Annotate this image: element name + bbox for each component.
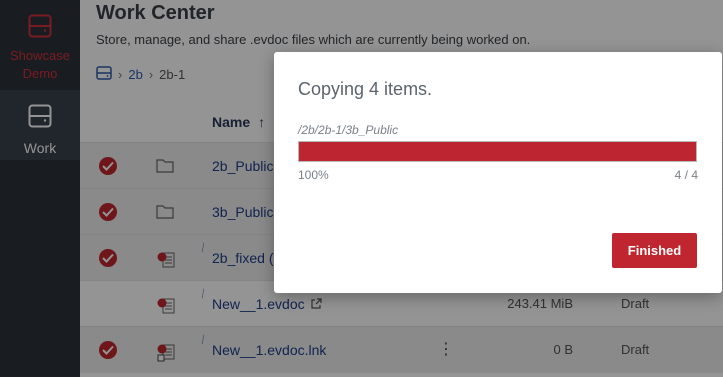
progress-percent: 100% (298, 168, 329, 182)
progress-bar (298, 141, 697, 162)
progress-bar-fill (299, 142, 696, 161)
copy-progress-dialog: Copying 4 items. /2b/2b-1/3b_Public 100%… (274, 52, 722, 293)
finished-button[interactable]: Finished (612, 233, 697, 268)
current-path: /2b/2b-1/3b_Public (298, 123, 399, 137)
dialog-title: Copying 4 items. (298, 79, 433, 99)
progress-count: 4 / 4 (674, 168, 698, 182)
app: Showcase Demo Work Work Center Store, ma… (0, 0, 723, 377)
